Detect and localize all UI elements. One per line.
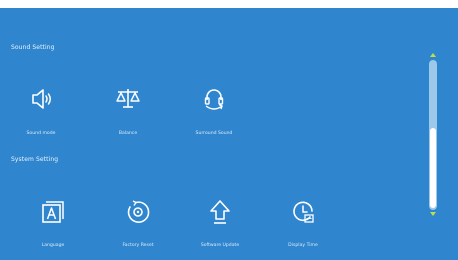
system-setting-heading: System Setting: [11, 156, 59, 163]
software-update-tile[interactable]: Software Update: [190, 198, 250, 254]
upload-arrow-icon: [210, 200, 230, 224]
factory-reset-label: Factory Reset: [122, 243, 154, 248]
clock-icon: [293, 201, 314, 223]
scroll-up-arrow-icon[interactable]: [430, 53, 436, 57]
factory-reset-icon: [127, 200, 150, 223]
display-time-label: Display Time: [288, 243, 318, 248]
sound-mode-label: Sound mode: [26, 131, 56, 136]
scrollbar-thumb[interactable]: [430, 128, 436, 208]
settings-screen: Sound Setting Sound mode Balance Surroun…: [0, 0, 458, 260]
display-time-tile[interactable]: Display Time: [273, 198, 333, 254]
software-update-label: Software Update: [200, 243, 240, 248]
balance-tile[interactable]: Balance: [98, 85, 158, 141]
factory-reset-tile[interactable]: Factory Reset: [108, 198, 168, 254]
sound-mode-tile[interactable]: Sound mode: [11, 85, 71, 141]
sound-setting-heading: Sound Setting: [11, 44, 55, 51]
settings-panel: Sound Setting Sound mode Balance Surroun…: [0, 8, 458, 260]
balance-scale-icon: [116, 89, 140, 108]
language-label: Language: [41, 243, 65, 248]
scrollbar-track[interactable]: [429, 60, 437, 210]
speaker-icon: [32, 89, 51, 109]
balance-label: Balance: [118, 131, 138, 136]
surround-sound-label: Surround Sound: [195, 131, 233, 136]
language-tile[interactable]: Language: [23, 198, 83, 254]
language-letter-icon: [42, 201, 64, 223]
surround-headphones-icon: [204, 89, 224, 110]
scroll-down-arrow-icon[interactable]: [430, 212, 436, 216]
surround-sound-tile[interactable]: Surround Sound: [184, 85, 244, 141]
